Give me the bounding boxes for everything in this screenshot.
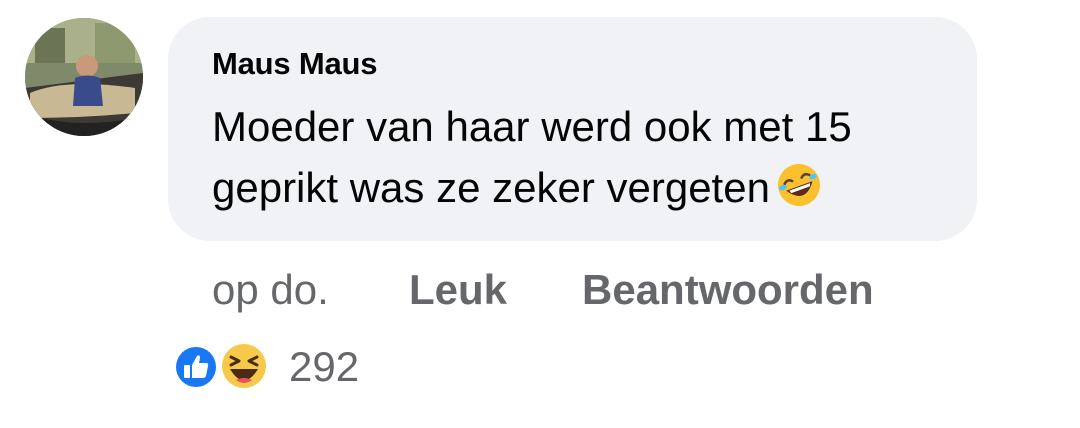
like-reaction-icon	[174, 345, 218, 389]
avatar-photo	[25, 18, 143, 136]
comment-text-content: Moeder van haar werd ook met 15 geprikt …	[212, 103, 852, 211]
haha-reaction-icon	[222, 344, 266, 388]
rolling-on-floor-laughing-icon	[777, 164, 820, 206]
comment-text: Moeder van haar werd ook met 15 geprikt …	[212, 96, 952, 218]
comment-timestamp[interactable]: op do.	[212, 266, 329, 314]
like-button[interactable]: Leuk	[409, 266, 507, 314]
avatar[interactable]	[25, 18, 143, 136]
comment-author[interactable]: Maus Maus	[212, 46, 377, 82]
reaction-count: 292	[289, 343, 360, 390]
comment: Maus Maus Moeder van haar werd ook met 1…	[0, 0, 1080, 428]
reply-button[interactable]: Beantwoorden	[582, 266, 874, 314]
